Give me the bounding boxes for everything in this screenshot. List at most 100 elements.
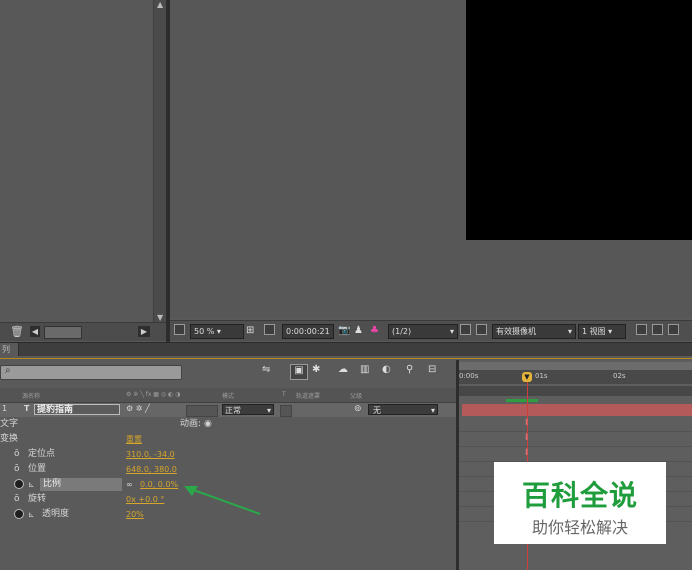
layer-name[interactable]: 提豹指南: [34, 404, 120, 415]
search-input[interactable]: ⌕: [0, 365, 182, 380]
opacity-value[interactable]: 20%: [126, 507, 144, 522]
mask-visibility-icon[interactable]: [264, 324, 275, 335]
timecode-display[interactable]: 0:00:00:21: [282, 324, 334, 339]
layer-switches-icon[interactable]: ⚙ ✲ ╱: [126, 404, 150, 413]
watermark-logo: 百科全说 助你轻松解决: [494, 462, 666, 544]
row-separator: [459, 446, 692, 447]
stopwatch-icon[interactable]: ō: [14, 492, 20, 507]
project-bottom-bar: 🗑 ◀ ▶: [0, 322, 166, 341]
transparency-grid-icon[interactable]: [476, 324, 487, 335]
resolution-dropdown[interactable]: (1/2) ▾: [388, 324, 458, 339]
constrain-proportions-icon[interactable]: ∞: [126, 477, 133, 492]
work-area-bar[interactable]: [459, 386, 692, 396]
fast-previews-icon[interactable]: [652, 324, 663, 335]
stopwatch-active-icon[interactable]: [14, 479, 24, 489]
position-row[interactable]: ō 位置 648.0, 380.0: [0, 462, 458, 477]
trkmat-header[interactable]: 轨道遮罩: [296, 391, 320, 400]
project-panel: [0, 0, 166, 342]
text-layer-icon: T: [24, 404, 30, 413]
parent-dropdown[interactable]: 无 ▾: [368, 404, 438, 415]
keyframe-marker-icon[interactable]: I: [525, 433, 528, 443]
trash-icon[interactable]: 🗑: [10, 325, 24, 338]
anchor-point-row[interactable]: ō 定位点 310.0, -34.0: [0, 447, 458, 462]
stopwatch-active-icon[interactable]: [14, 509, 24, 519]
position-label: 位置: [28, 464, 47, 474]
reset-link[interactable]: 重置: [126, 432, 142, 447]
timeline-column-header: 源名称 ⚙ ✲ ╲ fx ▦ ◎ ◐ ◑ 模式 T 轨道遮罩 父级: [0, 388, 458, 403]
always-preview-icon[interactable]: [174, 324, 185, 335]
text-group-row[interactable]: 文字 动画: ◉: [0, 417, 458, 432]
layer-duration-bar[interactable]: [462, 404, 692, 416]
live-update-icon[interactable]: ▣: [290, 364, 308, 380]
stopwatch-icon[interactable]: ō: [14, 462, 20, 477]
parent-header[interactable]: 父级: [350, 391, 362, 400]
camera-snapshot-icon[interactable]: 📷: [338, 324, 350, 337]
graph-editor-icon[interactable]: ⊟: [428, 364, 436, 375]
timeline-icon[interactable]: [668, 324, 679, 335]
anchor-point-label: 定位点: [28, 449, 56, 459]
comp-mini-flowchart-icon[interactable]: ⇋: [262, 364, 270, 375]
timeline-tab-strip: 列: [0, 342, 692, 357]
scale-label: 比例: [40, 478, 122, 491]
mode-dropdown[interactable]: 正常 ▾: [222, 404, 274, 415]
zoom-dropdown[interactable]: 50 % ▾: [190, 324, 244, 339]
camera-dropdown[interactable]: 有效摄像机 ▾: [492, 324, 576, 339]
brainstorm-icon[interactable]: ⚲: [406, 364, 413, 375]
position-value[interactable]: 648.0, 380.0: [126, 462, 177, 477]
views-value: 1 视图: [582, 327, 606, 336]
text-group-label: 文字: [0, 419, 19, 429]
layer-switch-boxes[interactable]: [186, 405, 218, 417]
keyframe-marker-icon[interactable]: I: [525, 418, 528, 428]
transform-group-row[interactable]: 变换 重置: [0, 432, 458, 447]
scroll-up-icon[interactable]: ▲: [157, 0, 163, 9]
keyframe-marker-icon[interactable]: I: [525, 448, 528, 458]
motion-blur-icon[interactable]: ◐: [382, 364, 391, 375]
graph-icon: ⊾: [28, 510, 35, 519]
cached-frames-indicator: [506, 399, 538, 402]
search-icon: ⌕: [5, 365, 11, 376]
anchor-point-value[interactable]: 310.0, -34.0: [126, 447, 175, 462]
layer-row[interactable]: 1 T 提豹指南 ⚙ ✲ ╱ 正常 ▾ ⊚ 无 ▾: [0, 403, 458, 417]
region-of-interest-icon[interactable]: [460, 324, 471, 335]
graph-icon: ⊾: [28, 480, 35, 489]
draft-3d-icon[interactable]: ✱: [312, 364, 320, 375]
stopwatch-icon[interactable]: ō: [14, 447, 20, 462]
rotation-value[interactable]: 0x +0.0 °: [126, 492, 164, 507]
color-channel-icon[interactable]: ♣: [370, 324, 379, 337]
time-navigator[interactable]: [459, 362, 692, 370]
t-header: T: [282, 391, 286, 398]
current-time-indicator[interactable]: ▼: [522, 372, 532, 382]
views-dropdown[interactable]: 1 视图 ▾: [578, 324, 626, 339]
animate-label: 动画:: [180, 419, 202, 429]
watermark-title: 百科全说: [521, 479, 638, 512]
source-name-header[interactable]: 源名称: [22, 391, 40, 400]
grid-icon[interactable]: ⊞: [246, 324, 254, 337]
ruler-tick-0: 0:00s: [459, 372, 479, 380]
composition-canvas[interactable]: [466, 0, 692, 240]
mode-header[interactable]: 模式: [222, 391, 234, 400]
timeline-tab[interactable]: 列: [0, 343, 19, 357]
scale-value[interactable]: 0.0, 0.0%: [140, 477, 178, 492]
scroll-right-icon[interactable]: ▶: [138, 326, 150, 337]
animate-menu-icon[interactable]: ◉: [204, 417, 212, 432]
trkmat-box[interactable]: [280, 405, 292, 417]
ruler-tick-1: 01s: [535, 372, 548, 380]
viewer-toolbar: 50 % ▾ ⊞ 0:00:00:21 📷 ♟ ♣ (1/2) ▾ 有效摄像机 …: [170, 320, 692, 341]
switches-header-icons: ⚙ ✲ ╲ fx ▦ ◎ ◐ ◑: [126, 391, 181, 398]
rotation-label: 旋转: [28, 494, 47, 504]
show-snapshot-icon[interactable]: ♟: [354, 324, 363, 337]
parent-value: 无: [373, 406, 381, 415]
hide-shy-layers-icon[interactable]: ☁: [338, 364, 348, 375]
scroll-left-icon[interactable]: ◀: [30, 326, 40, 337]
pick-whip-icon[interactable]: ⊚: [354, 404, 362, 414]
project-scrollbar[interactable]: ▲ ▼: [153, 0, 167, 322]
row-separator: [459, 431, 692, 432]
annotation-arrow: [184, 486, 261, 515]
resolution-value: (1/2): [392, 327, 412, 336]
toggle-pixel-aspect-icon[interactable]: [636, 324, 647, 335]
horizontal-scroll-thumb[interactable]: [44, 326, 82, 339]
scroll-down-icon[interactable]: ▼: [157, 313, 163, 322]
frame-blending-icon[interactable]: ▥: [360, 364, 369, 375]
layer-index: 1: [2, 404, 8, 413]
timeline-accent-line: [0, 358, 692, 359]
